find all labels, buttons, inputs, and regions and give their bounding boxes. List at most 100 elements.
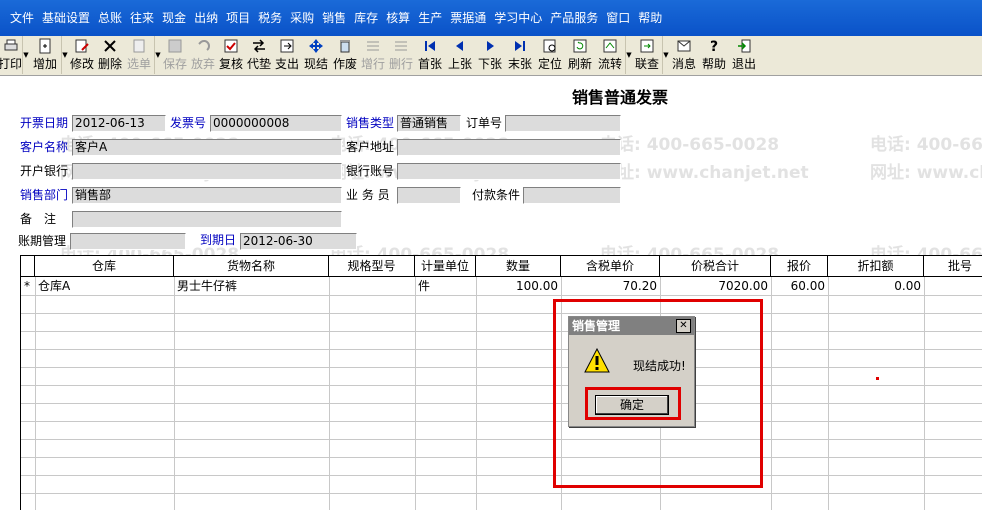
refresh-button[interactable]: 刷新 bbox=[565, 36, 595, 74]
locate-button[interactable]: 定位 bbox=[535, 36, 565, 74]
period-label: 账期管理 bbox=[18, 234, 67, 248]
column-header[interactable]: 规格型号 bbox=[329, 256, 415, 277]
invoice-date-field[interactable]: 2012-06-13 bbox=[72, 115, 166, 132]
ok-button[interactable]: 确定 bbox=[595, 395, 669, 415]
first-button[interactable]: 首张 bbox=[415, 36, 445, 74]
exit-button[interactable]: 退出 bbox=[729, 36, 759, 74]
menu-item-1[interactable]: 基础设置 bbox=[38, 0, 94, 36]
menu-item-16[interactable]: 窗口 bbox=[602, 0, 634, 36]
abandon-button[interactable]: 放弃 bbox=[189, 36, 217, 74]
due-date-field[interactable]: 2012-06-30 bbox=[240, 233, 357, 250]
flow-button[interactable]: 流转 bbox=[595, 36, 625, 74]
print-button[interactable]: 打印 bbox=[0, 36, 22, 74]
dialog-title-bar: 销售管理 ✕ bbox=[569, 317, 694, 335]
help-button[interactable]: ? 帮助 bbox=[699, 36, 729, 74]
delete-row-button[interactable]: 删行 bbox=[387, 36, 415, 74]
column-header[interactable]: 折扣额 bbox=[828, 256, 924, 277]
pay-button[interactable]: 支出 bbox=[273, 36, 301, 74]
save-button[interactable]: 保存 bbox=[161, 36, 189, 74]
menu-item-17[interactable]: 帮助 bbox=[634, 0, 666, 36]
bank-account-field[interactable] bbox=[397, 163, 621, 180]
select-button[interactable]: 选单 bbox=[124, 36, 154, 74]
customer-field[interactable]: 客户A bbox=[72, 139, 342, 156]
delete-button[interactable]: 删除 bbox=[96, 36, 124, 74]
period-field[interactable] bbox=[70, 233, 186, 250]
menu-item-5[interactable]: 出纳 bbox=[190, 0, 222, 36]
menu-item-13[interactable]: 票据通 bbox=[446, 0, 490, 36]
add-row-button[interactable]: 增行 bbox=[359, 36, 387, 74]
department-field[interactable]: 销售部 bbox=[72, 187, 342, 204]
invoice-lines-table[interactable]: 仓库 货物名称 规格型号 计量单位 数量 含税单价 价税合计 报价 折扣额 批号 * 仓库A 男士牛仔裤… bbox=[20, 255, 982, 510]
message-button[interactable]: 消息 bbox=[669, 36, 699, 74]
cell-unit-price[interactable]: 70.20 bbox=[561, 278, 657, 295]
page-title: 销售普通发票 bbox=[572, 88, 669, 107]
dialog-close-button[interactable]: ✕ bbox=[676, 319, 691, 333]
order-no-field[interactable] bbox=[505, 115, 621, 132]
modify-button[interactable]: 修改 bbox=[68, 36, 96, 74]
print-dropdown-button[interactable]: ▼ bbox=[22, 36, 29, 74]
menu-item-3[interactable]: 往来 bbox=[126, 0, 158, 36]
menu-item-8[interactable]: 采购 bbox=[286, 0, 318, 36]
cell-unit[interactable]: 件 bbox=[418, 278, 430, 295]
link-dropdown-button[interactable]: ▼ bbox=[662, 36, 669, 74]
menu-item-14[interactable]: 学习中心 bbox=[490, 0, 546, 36]
column-header[interactable]: 货物名称 bbox=[174, 256, 329, 277]
column-header[interactable]: 数量 bbox=[476, 256, 561, 277]
column-header[interactable]: 批号 bbox=[924, 256, 982, 277]
column-header[interactable]: 报价 bbox=[771, 256, 828, 277]
menu-item-12[interactable]: 生产 bbox=[414, 0, 446, 36]
cash-settle-button[interactable]: 现结 bbox=[301, 36, 331, 74]
menu-item-9[interactable]: 销售 bbox=[318, 0, 350, 36]
print-label: 打印 bbox=[0, 57, 23, 71]
remark-field[interactable] bbox=[72, 211, 342, 228]
menu-item-0[interactable]: 文件 bbox=[6, 0, 38, 36]
cash-settle-label: 现结 bbox=[303, 57, 328, 71]
add-button[interactable]: 增加 bbox=[29, 36, 61, 74]
row-divider bbox=[21, 439, 982, 440]
add-icon bbox=[39, 38, 51, 54]
menu-item-2[interactable]: 总账 bbox=[94, 0, 126, 36]
sales-type-field[interactable]: 普通销售 bbox=[397, 115, 461, 132]
menu-item-4[interactable]: 现金 bbox=[158, 0, 190, 36]
menu-item-7[interactable]: 税务 bbox=[254, 0, 286, 36]
add-row-label: 增行 bbox=[360, 57, 385, 71]
customer-address-field[interactable] bbox=[397, 139, 621, 156]
cell-warehouse[interactable]: 仓库A bbox=[38, 278, 70, 295]
menu-item-11[interactable]: 核算 bbox=[382, 0, 414, 36]
toolbar: 打印 ▼ 增加 ▼ 修改 删除 选单 ▼ 保存 放弃 复核 代垫 支出 现结 作… bbox=[0, 36, 982, 76]
cell-quote[interactable]: 60.00 bbox=[771, 278, 825, 295]
link-button[interactable]: 联查 bbox=[632, 36, 662, 74]
save-label: 保存 bbox=[162, 57, 187, 71]
review-button[interactable]: 复核 bbox=[217, 36, 245, 74]
flow-dropdown-button[interactable]: ▼ bbox=[625, 36, 632, 74]
column-header[interactable]: 价税合计 bbox=[660, 256, 771, 277]
salesperson-field[interactable] bbox=[397, 187, 461, 204]
menu-bar: 文件 基础设置 总账 往来 现金 出纳 项目 税务 采购 销售 库存 核算 生产 票据通 学习中心 产品服务窗… bbox=[0, 0, 982, 36]
advance-button[interactable]: 代垫 bbox=[245, 36, 273, 74]
payment-terms-field[interactable] bbox=[523, 187, 621, 204]
cell-qty[interactable]: 100.00 bbox=[476, 278, 558, 295]
cell-goods[interactable]: 男士牛仔裤 bbox=[177, 278, 237, 295]
menu-item-6[interactable]: 项目 bbox=[222, 0, 254, 36]
menu-item-15[interactable]: 产品服务 bbox=[546, 0, 602, 36]
menu-item-10[interactable]: 库存 bbox=[350, 0, 382, 36]
cash-settle-icon bbox=[309, 39, 323, 53]
void-button[interactable]: 作废 bbox=[331, 36, 359, 74]
prev-button[interactable]: 上张 bbox=[445, 36, 475, 74]
cell-discount[interactable]: 0.00 bbox=[828, 278, 921, 295]
cell-total[interactable]: 7020.00 bbox=[660, 278, 768, 295]
last-button[interactable]: 末张 bbox=[505, 36, 535, 74]
bank-label: 开户银行 bbox=[20, 164, 69, 178]
select-dropdown-button[interactable]: ▼ bbox=[154, 36, 161, 74]
invoice-no-field[interactable]: 0000000008 bbox=[210, 115, 342, 132]
column-header[interactable]: 含税单价 bbox=[561, 256, 660, 277]
column-header[interactable]: 计量单位 bbox=[415, 256, 476, 277]
add-dropdown-button[interactable]: ▼ bbox=[61, 36, 68, 74]
column-header[interactable]: 仓库 bbox=[35, 256, 174, 277]
order-no-label: 订单号 bbox=[466, 116, 503, 130]
select-label: 选单 bbox=[126, 57, 151, 71]
row-divider bbox=[21, 313, 982, 314]
bank-field[interactable] bbox=[72, 163, 342, 180]
previous-record-icon bbox=[456, 41, 463, 51]
next-button[interactable]: 下张 bbox=[475, 36, 505, 74]
